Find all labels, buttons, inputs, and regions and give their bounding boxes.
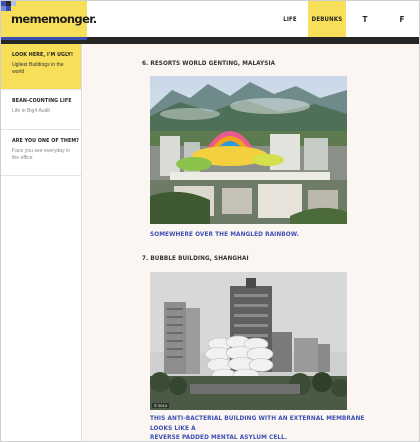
resorts-world-image [150, 76, 347, 224]
entry-heading: 6. RESORTS WORLD GENTING, MALAYSIA [142, 60, 276, 67]
sidebar-item-title: BEAN-COUNTING LIFE [12, 98, 72, 104]
sidebar-item-bean-counting[interactable]: BEAN-COUNTING LIFE Life in Big4 Audit [1, 90, 81, 130]
header-accent [1, 37, 87, 40]
header-bar [1, 37, 419, 44]
entry-heading: 7. BUBBLE BUILDING, SHANGHAI [142, 255, 249, 262]
page-frame: mememonger. LIFE DEBUNKS T F LOOK HERE, … [0, 0, 420, 442]
article-content: 6. RESORTS WORLD GENTING, MALAYSIA SOMEW… [83, 44, 419, 441]
nav-life[interactable]: LIFE [273, 1, 307, 37]
bubble-building-photo: © 2014 [150, 272, 347, 410]
resorts-world-photo [150, 76, 347, 224]
logo-text: mememonger. [11, 12, 97, 26]
sidebar-item-title: ARE YOU ONE OF THEM? [12, 138, 80, 144]
logo[interactable]: mememonger. [1, 1, 97, 37]
sidebar-item-one-of-them[interactable]: ARE YOU ONE OF THEM? Face you see everyd… [1, 130, 81, 176]
sidebar-item-desc: Life in Big4 Audit [12, 108, 50, 114]
sidebar: LOOK HERE, I'M UGLY! Ugliest Buildings i… [1, 44, 82, 441]
sidebar-item-desc: Ugliest Buildings in the world [12, 62, 64, 75]
bubble-building-image [150, 272, 347, 410]
photo-credit: © 2014 [152, 403, 169, 408]
twitter-link[interactable]: T [347, 1, 383, 37]
sidebar-item-title: LOOK HERE, I'M UGLY! [12, 52, 74, 58]
entry-caption: SOMEWHERE OVER THE MANGLED RAINBOW. [150, 230, 299, 238]
caption-line-2: REVERSE PADDED MENTAL ASYLUM CELL. [150, 433, 288, 441]
entry-caption: THIS ANTI-BACTERIAL BUILDING WITH AN EXT… [150, 414, 380, 441]
nav-debunks[interactable]: DEBUNKS [308, 1, 346, 37]
facebook-link[interactable]: F [385, 1, 419, 37]
sidebar-item-desc: Face you see everyday in the office [12, 148, 71, 161]
caption-line-1: THIS ANTI-BACTERIAL BUILDING WITH AN EXT… [150, 414, 365, 432]
sidebar-item-ugly-buildings[interactable]: LOOK HERE, I'M UGLY! Ugliest Buildings i… [1, 44, 81, 90]
site-header: mememonger. LIFE DEBUNKS T F [1, 1, 419, 37]
